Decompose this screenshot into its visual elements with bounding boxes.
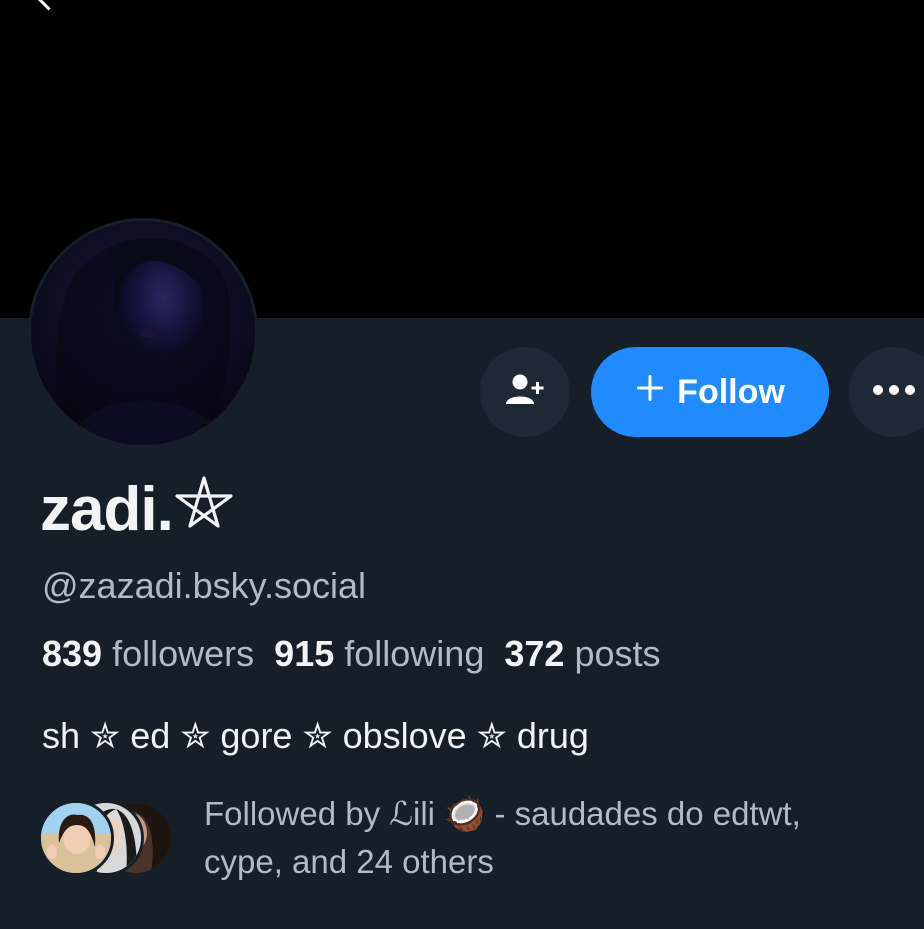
profile-stats: 839 followers 915 following 372 posts (42, 630, 661, 678)
known-followers-line2: cype, and 24 others (204, 843, 494, 880)
person-plus-icon (505, 372, 545, 413)
profile-handle: @zazadi.bsky.social (42, 565, 366, 606)
pentagram-icon (173, 472, 235, 554)
avatar-image (31, 221, 255, 445)
known-follower-avatar (38, 800, 114, 876)
profile-bio: sh ✮ ed ✮ gore ✮ obslove ✮ drug (42, 715, 589, 756)
profile-screen: Follow zadi. @zazadi.bsky.social 839 fol… (0, 0, 924, 929)
posts-label: posts (574, 633, 661, 674)
posts-stat: 372 posts (504, 633, 660, 674)
more-options-button[interactable] (849, 347, 924, 437)
ellipsis-icon (872, 383, 916, 401)
known-followers-text[interactable]: Followed by ℒili 🥥 - saudades do edtwt, … (204, 790, 914, 886)
display-name-text: zadi. (40, 475, 174, 544)
followers-count: 839 (42, 633, 103, 674)
following-count: 915 (274, 633, 335, 674)
profile-avatar[interactable] (28, 218, 258, 448)
display-name: zadi. (40, 470, 235, 554)
following-label: following (344, 633, 485, 674)
coconut-emoji: 🥥 (444, 795, 486, 832)
known-followers-line1-prefix: Followed by ℒili (204, 795, 445, 832)
add-user-button[interactable] (480, 347, 570, 437)
followers-label: followers (112, 633, 255, 674)
following-stat[interactable]: 915 following (274, 633, 484, 674)
follow-button[interactable]: Follow (591, 347, 829, 437)
known-followers-line1-suffix: - saudades do edtwt, (485, 795, 801, 832)
followers-stat[interactable]: 839 followers (42, 633, 254, 674)
follow-label: Follow (677, 372, 785, 411)
plus-icon (635, 373, 665, 412)
back-arrow-icon[interactable] (36, 0, 61, 11)
posts-count: 372 (504, 633, 565, 674)
